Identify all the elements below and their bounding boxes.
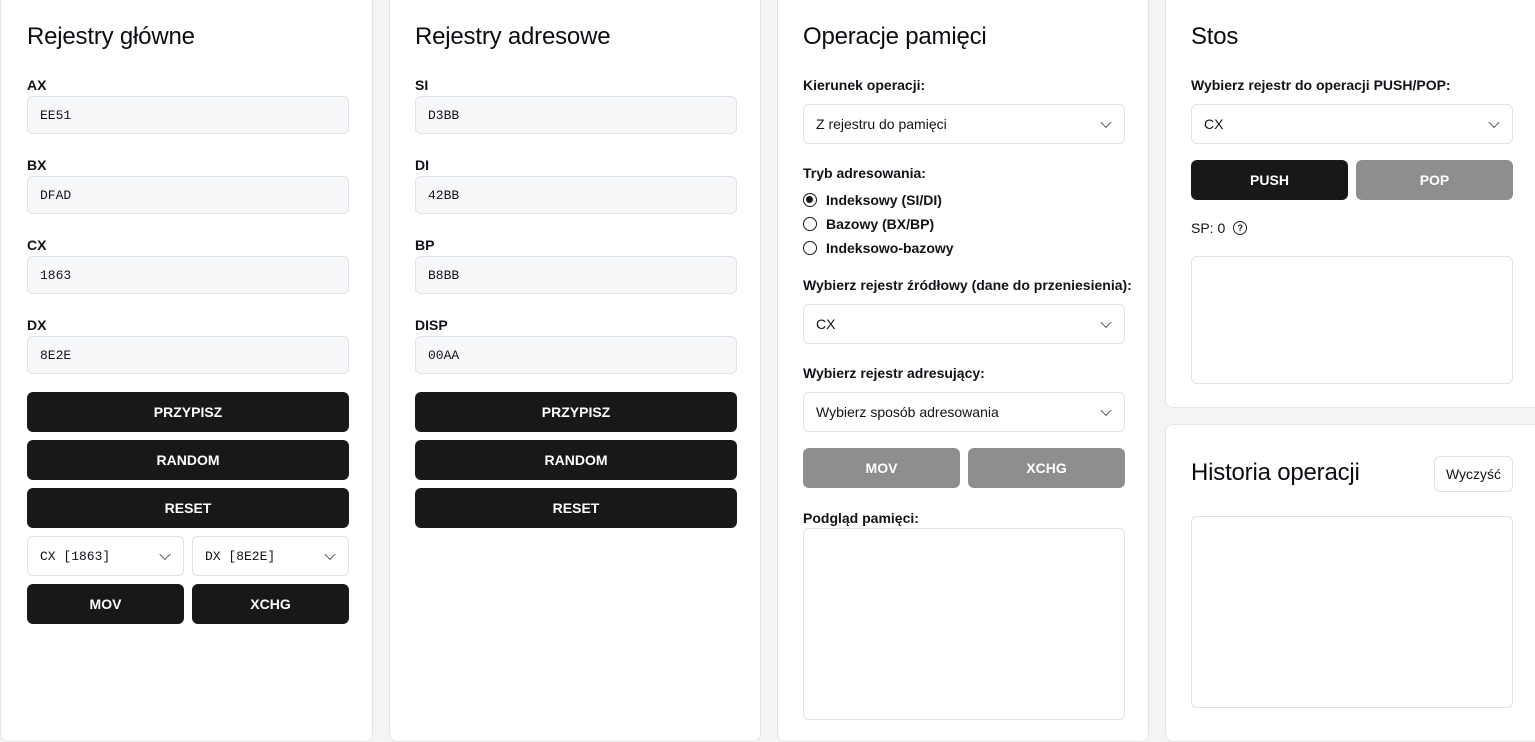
disp-label: DISP — [415, 317, 448, 333]
chevron-down-icon — [324, 548, 336, 561]
direction-label: Kierunek operacji: — [803, 77, 926, 93]
addressing-register-value: Wybierz sposób adresowania — [816, 404, 999, 420]
ax-input[interactable] — [27, 96, 349, 134]
stack-pointer-text: SP: 0 — [1191, 220, 1226, 236]
clear-history-button[interactable]: Wyczyść — [1434, 456, 1513, 492]
xchg-button[interactable]: XCHG — [192, 584, 349, 624]
mode-option-label: Indeksowy (SI/DI) — [826, 192, 942, 208]
history-list-box — [1191, 516, 1513, 708]
si-input[interactable] — [415, 96, 737, 134]
stack-pointer-row: SP: 0 ? — [1191, 220, 1248, 236]
bx-input[interactable] — [27, 176, 349, 214]
address-registers-title: Rejestry adresowe — [415, 23, 611, 50]
ax-label: AX — [27, 77, 47, 93]
main-registers-card: Rejestry główne AX BX CX DX PRZYPISZ RAN… — [0, 0, 373, 742]
chevron-down-icon — [1100, 116, 1112, 129]
push-button[interactable]: PUSH — [1191, 160, 1348, 200]
chevron-down-icon — [1100, 404, 1112, 417]
dx-input[interactable] — [27, 336, 349, 374]
disp-input[interactable] — [415, 336, 737, 374]
source-register-value: CX — [816, 316, 836, 332]
stack-card: Stos Wybierz rejestr do operacji PUSH/PO… — [1165, 0, 1535, 408]
memory-preview-label: Podgląd pamięci: — [803, 510, 919, 526]
target-register-value: DX [8E2E] — [205, 548, 276, 564]
radio-icon — [803, 193, 817, 207]
stack-register-label: Wybierz rejestr do operacji PUSH/POP: — [1191, 77, 1451, 93]
radio-icon — [803, 241, 817, 255]
dx-label: DX — [27, 317, 47, 333]
address-registers-card: Rejestry adresowe SI DI BP DISP PRZYPISZ… — [389, 0, 761, 742]
cx-input[interactable] — [27, 256, 349, 294]
random-button[interactable]: RANDOM — [27, 440, 349, 480]
addressing-mode-label: Tryb adresowania: — [803, 165, 926, 181]
mode-option-indexed[interactable]: Indeksowy (SI/DI) — [803, 192, 942, 208]
assign-button[interactable]: PRZYPISZ — [415, 392, 737, 432]
direction-select[interactable]: Z rejestru do pamięci — [803, 104, 1125, 144]
stack-register-select[interactable]: CX — [1191, 104, 1513, 144]
source-register-value: CX [1863] — [40, 548, 111, 564]
target-register-select[interactable]: DX [8E2E] — [192, 536, 349, 576]
addressing-register-label: Wybierz rejestr adresujący: — [803, 365, 985, 381]
reset-button[interactable]: RESET — [415, 488, 737, 528]
source-register-select[interactable]: CX [1863] — [27, 536, 184, 576]
cx-label: CX — [27, 237, 47, 253]
memory-mov-button[interactable]: MOV — [803, 448, 960, 488]
chevron-down-icon — [1100, 316, 1112, 329]
si-label: SI — [415, 77, 429, 93]
di-input[interactable] — [415, 176, 737, 214]
history-title: Historia operacji — [1191, 459, 1360, 486]
bp-input[interactable] — [415, 256, 737, 294]
source-register-select[interactable]: CX — [803, 304, 1125, 344]
stack-title: Stos — [1191, 23, 1239, 50]
help-icon[interactable]: ? — [1233, 221, 1248, 235]
mode-option-label: Indeksowo-bazowy — [826, 240, 954, 256]
memory-operations-title: Operacje pamięci — [803, 23, 987, 50]
chevron-down-icon — [159, 548, 171, 561]
reset-button[interactable]: RESET — [27, 488, 349, 528]
pop-button[interactable]: POP — [1356, 160, 1513, 200]
assign-button[interactable]: PRZYPISZ — [27, 392, 349, 432]
memory-operations-card: Operacje pamięci Kierunek operacji: Z re… — [777, 0, 1149, 742]
history-card: Historia operacji Wyczyść — [1165, 424, 1535, 742]
memory-preview-box[interactable] — [803, 528, 1125, 720]
mode-option-label: Bazowy (BX/BP) — [826, 216, 935, 232]
bx-label: BX — [27, 157, 47, 173]
mov-button[interactable]: MOV — [27, 584, 184, 624]
memory-xchg-button[interactable]: XCHG — [968, 448, 1125, 488]
stack-view-box — [1191, 256, 1513, 384]
mode-option-base[interactable]: Bazowy (BX/BP) — [803, 216, 934, 232]
chevron-down-icon — [1488, 116, 1500, 129]
addressing-register-select[interactable]: Wybierz sposób adresowania — [803, 392, 1125, 432]
direction-value: Z rejestru do pamięci — [816, 116, 947, 132]
radio-icon — [803, 217, 817, 231]
main-registers-title: Rejestry główne — [27, 23, 195, 50]
di-label: DI — [415, 157, 429, 173]
mode-option-indexed-base[interactable]: Indeksowo-bazowy — [803, 240, 954, 256]
source-register-label: Wybierz rejestr źródłowy (dane do przeni… — [803, 277, 1132, 293]
bp-label: BP — [415, 237, 435, 253]
stack-register-value: CX — [1204, 116, 1224, 132]
random-button[interactable]: RANDOM — [415, 440, 737, 480]
